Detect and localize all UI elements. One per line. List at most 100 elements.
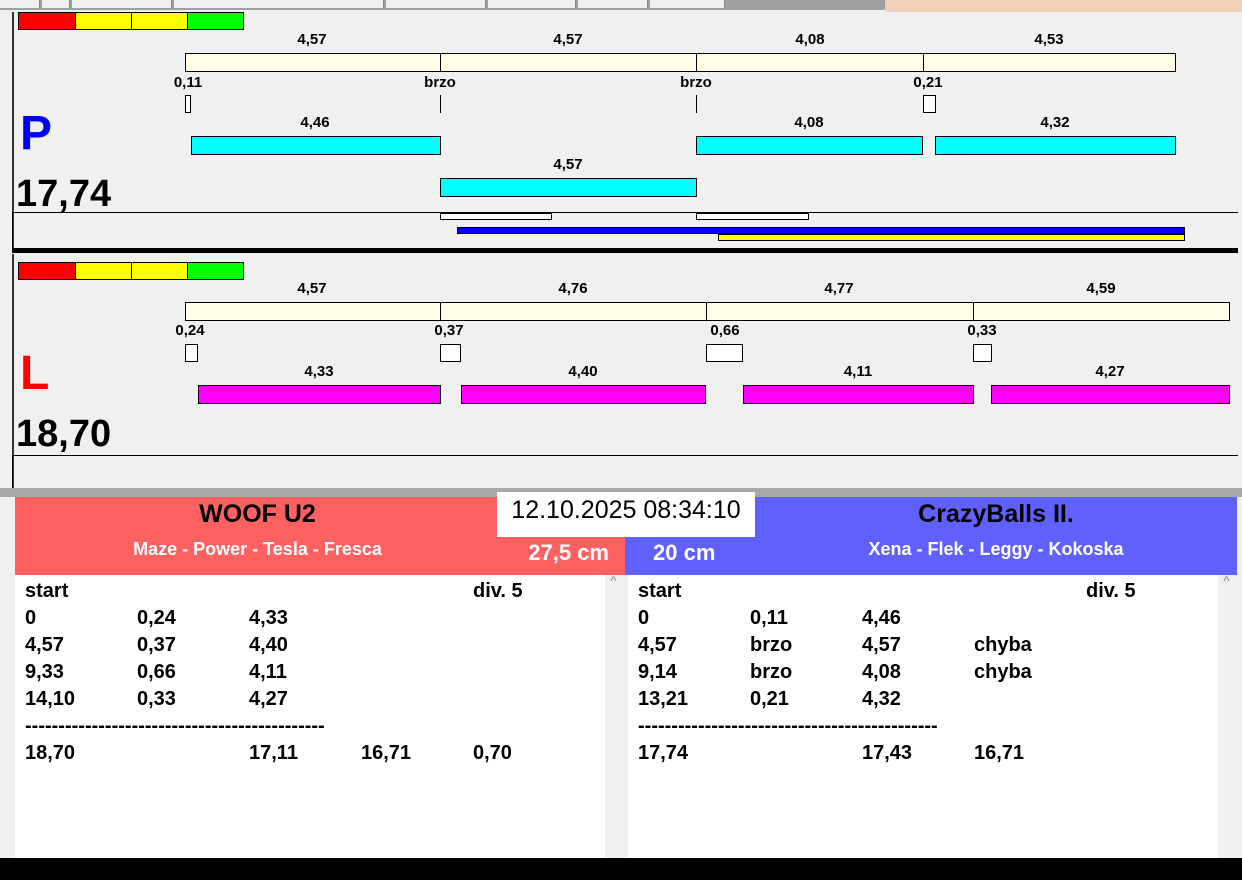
tab-strip (0, 0, 885, 10)
light-red (18, 12, 76, 30)
list-cell: 4,27 (249, 688, 288, 710)
split-label: 4,08 (795, 31, 825, 48)
run-bar (743, 385, 974, 404)
list-header: start (638, 580, 682, 602)
light-green (187, 262, 244, 280)
list-cell: 4,46 (862, 607, 901, 629)
tab[interactable] (650, 0, 725, 8)
lane-letter: P (20, 107, 53, 160)
lane-total: 17,74 (16, 173, 112, 215)
total-cell: 0,70 (473, 742, 512, 764)
split-bar (185, 302, 441, 321)
total-cell: 17,11 (249, 742, 298, 764)
list-cell: brzo (750, 661, 793, 683)
tab[interactable] (42, 0, 70, 8)
split-bar (923, 53, 1176, 72)
list-cell: 14,10 (25, 688, 76, 710)
split-label: 4,76 (558, 280, 588, 297)
reaction-label: 0,24 (175, 322, 205, 339)
list-header: div. 5 (473, 580, 523, 602)
list-header: start (25, 580, 69, 602)
tick (440, 95, 441, 113)
run-label: 4,32 (1040, 114, 1070, 131)
split-bar (973, 302, 1230, 321)
light-yellow (131, 12, 188, 30)
run-label: 4,33 (304, 363, 334, 380)
run-label: 4,11 (843, 363, 873, 380)
run-label: 4,40 (568, 363, 598, 380)
list-cell: 4,57 (862, 634, 901, 656)
list-cell: chyba (974, 634, 1032, 656)
run-bar (696, 136, 923, 155)
run-label: 4,08 (794, 114, 824, 131)
split-bar (185, 53, 441, 72)
run-bar (191, 136, 441, 155)
tab[interactable] (578, 0, 648, 8)
timeline-blue (457, 227, 1185, 234)
separator: ----------------------------------------… (638, 715, 938, 737)
tab[interactable] (488, 0, 576, 8)
list-cell: 4,32 (862, 688, 901, 710)
tab[interactable] (0, 0, 40, 8)
scroll-up-icon[interactable]: ^ (1223, 575, 1229, 587)
left-results-list[interactable]: start div. 5 0 0,24 4,33 4,57 0,37 4,40 9,33 0,… (15, 575, 622, 858)
reaction-label: 0,37 (434, 322, 464, 339)
total-cell: 18,70 (25, 742, 76, 764)
dog-names: Maze - Power - Tesla - Fresca (133, 539, 382, 559)
list-cell: 4,33 (249, 607, 288, 629)
timeline-mark (440, 213, 552, 220)
list-cell: 0,33 (137, 688, 176, 710)
tab[interactable] (72, 0, 172, 8)
reaction-box (923, 95, 936, 113)
total-cell: 16,71 (361, 742, 412, 764)
tab[interactable] (386, 0, 486, 8)
jump-height: 27,5 cm (528, 540, 609, 565)
taskbar (0, 858, 1242, 880)
reaction-box (185, 95, 191, 113)
light-yellow (75, 12, 132, 30)
run-bar (440, 178, 697, 197)
list-cell: 9,33 (25, 661, 64, 683)
split-bar (440, 53, 697, 72)
list-cell: 0,66 (137, 661, 176, 683)
team-name: CrazyBalls II. (918, 500, 1074, 528)
run-label: 4,46 (300, 114, 330, 131)
team-name: WOOF U2 (199, 500, 316, 528)
reaction-box (185, 344, 198, 362)
list-cell: 4,11 (249, 661, 287, 683)
total-cell: 17,43 (862, 742, 913, 764)
timeline-mark (696, 213, 809, 220)
list-cell: 4,57 (638, 634, 677, 656)
reaction-label: 0,11 (173, 74, 203, 91)
total-cell: 16,71 (974, 742, 1025, 764)
right-results-list[interactable]: start div. 5 0 0,11 4,46 4,57 brzo 4,57 chyba 9… (628, 575, 1235, 858)
reaction-box (706, 344, 743, 362)
split-bar (706, 302, 974, 321)
run-bar (461, 385, 706, 404)
list-cell: chyba (974, 661, 1032, 683)
l-lane-panel (12, 254, 1238, 488)
list-cell: 0,11 (750, 607, 788, 629)
scrollbar[interactable]: ^ (1218, 575, 1235, 858)
split-label: 4,57 (297, 280, 327, 297)
list-cell: 9,14 (638, 661, 677, 683)
run-bar (198, 385, 441, 404)
reaction-label: brzo (680, 74, 712, 91)
list-cell: 0 (25, 607, 37, 629)
list-cell: 4,40 (249, 634, 288, 656)
list-cell: 13,21 (638, 688, 689, 710)
separator: ----------------------------------------… (25, 715, 325, 737)
tab[interactable] (174, 0, 384, 8)
total-cell: 17,74 (638, 742, 689, 764)
split-bar (696, 53, 924, 72)
timeline-box (12, 455, 1238, 488)
lane-total: 18,70 (16, 413, 112, 455)
run-label: 4,27 (1095, 363, 1125, 380)
scroll-up-icon[interactable]: ^ (610, 575, 616, 587)
scrollbar[interactable]: ^ (605, 575, 622, 858)
lane-letter: L (20, 347, 50, 400)
split-label: 4,77 (824, 280, 854, 297)
status-area (885, 0, 1242, 12)
timeline-yellow (718, 234, 1185, 241)
list-header: div. 5 (1086, 580, 1136, 602)
